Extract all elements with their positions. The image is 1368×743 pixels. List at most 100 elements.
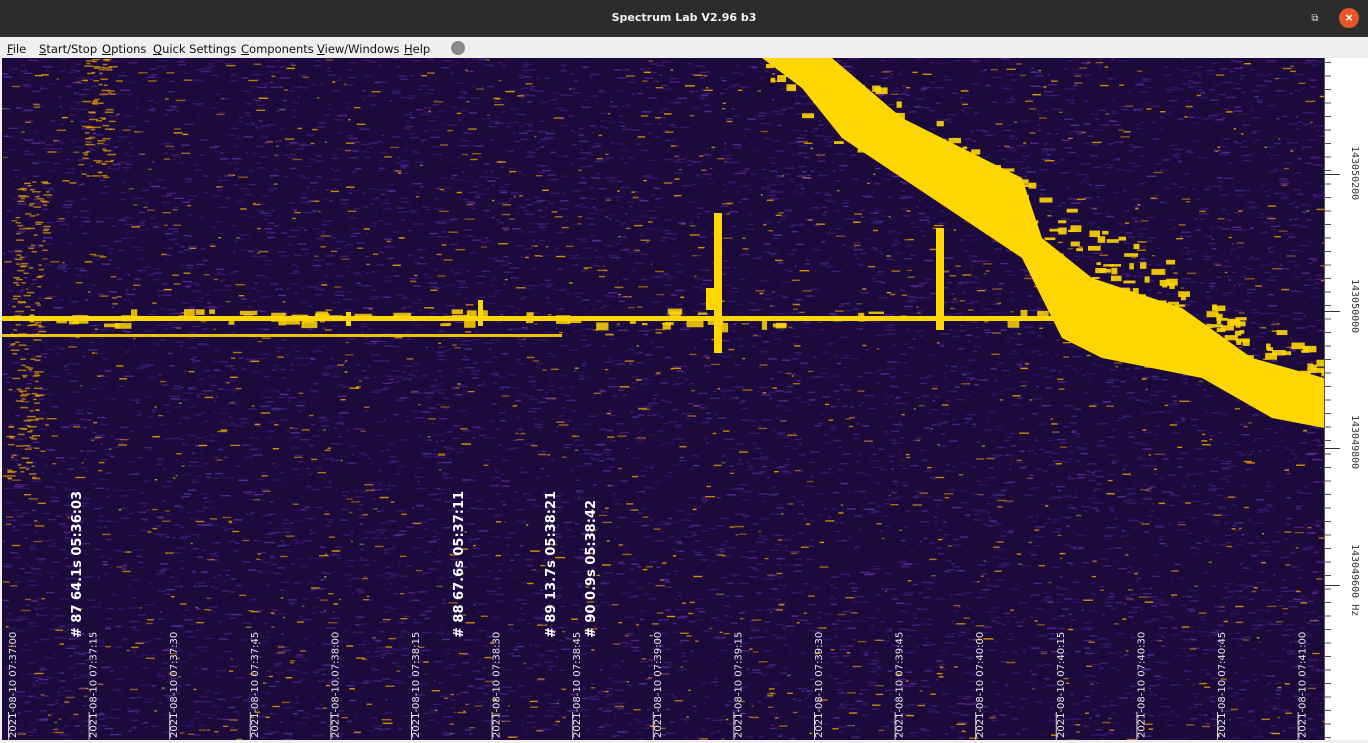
noise-speck [99, 386, 102, 389]
noise-speck [758, 493, 768, 495]
noise-speck [165, 411, 171, 413]
noise-speck [478, 428, 484, 430]
noise-speck [1030, 554, 1037, 556]
noise-speck [233, 522, 237, 524]
noise-speck [1089, 690, 1095, 692]
noise-speck [328, 593, 334, 595]
noise-speck [1241, 92, 1245, 94]
noise-speck [1240, 680, 1250, 683]
noise-speck [204, 501, 213, 503]
noise-speck [162, 212, 171, 214]
noise-speck [137, 249, 145, 251]
noise-speck [57, 672, 65, 674]
noise-speck [1154, 678, 1161, 680]
noise-speck [61, 526, 70, 528]
noise-speck [288, 157, 296, 159]
close-icon[interactable]: × [1339, 8, 1359, 28]
noise-speck [582, 299, 590, 301]
noise-speck [463, 639, 474, 641]
noise-speck [232, 613, 242, 616]
noise-speck [966, 377, 975, 379]
noise-speck [506, 448, 514, 451]
noise-speck [1290, 651, 1294, 653]
noise-speck [1181, 69, 1190, 72]
noise-speck [1055, 528, 1062, 530]
menu-file[interactable]: File [7, 42, 26, 56]
noise-speck [579, 166, 587, 168]
noise-speck [266, 631, 270, 633]
noise-speck [647, 726, 651, 728]
noise-speck [638, 330, 649, 332]
noise-speck [214, 560, 220, 563]
noise-speck [494, 122, 504, 124]
noise-speck [5, 500, 10, 503]
noise-speck [327, 447, 332, 449]
noise-speck [45, 424, 49, 426]
noise-speck [182, 370, 188, 373]
noise-speck [542, 369, 547, 371]
menu-view-windows[interactable]: View/Windows [317, 42, 400, 56]
noise-speck [238, 116, 244, 118]
noise-speck [1154, 661, 1163, 664]
noise-speck [65, 372, 73, 375]
menu-components[interactable]: Components [241, 42, 314, 56]
noise-speck [1159, 116, 1164, 118]
noise-speck [354, 106, 361, 109]
noise-speck [1041, 687, 1045, 689]
noise-speck [1117, 223, 1125, 225]
noise-speck [1213, 84, 1221, 86]
noise-speck [317, 349, 322, 351]
title-bar[interactable]: Spectrum Lab V2.96 b3 ⧉ × [0, 0, 1368, 37]
noise-speck [70, 139, 78, 141]
noise-speck [578, 496, 581, 499]
noise-speck [691, 389, 695, 392]
noise-speck [557, 308, 561, 311]
noise-speck [1187, 80, 1194, 82]
menu-help[interactable]: Help [404, 42, 430, 56]
noise-speck [686, 635, 692, 637]
noise-speck [106, 288, 109, 290]
noise-speck [955, 283, 962, 285]
noise-speck [1196, 458, 1204, 460]
noise-speck [503, 255, 509, 258]
noise-speck [426, 58, 434, 60]
noise-speck [313, 390, 319, 393]
restore-icon[interactable]: ⧉ [1306, 10, 1324, 28]
menu-options[interactable]: Options [102, 42, 146, 56]
noise-speck [1262, 286, 1265, 288]
noise-speck [445, 187, 452, 189]
noise-speck [1238, 312, 1245, 314]
noise-speck [894, 86, 898, 89]
noise-speck [497, 444, 503, 446]
noise-speck [364, 410, 369, 412]
noise-speck [618, 239, 623, 241]
noise-speck [580, 149, 584, 151]
noise-speck [59, 734, 69, 736]
noise-speck [1194, 472, 1204, 475]
noise-speck [952, 506, 963, 509]
menu-start-stop[interactable]: Start/Stop [39, 42, 97, 56]
noise-speck [1067, 477, 1077, 480]
noise-speck [80, 120, 89, 123]
noise-speck [11, 220, 17, 222]
noise-speck [1285, 564, 1291, 566]
noise-speck [1317, 444, 1324, 447]
noise-speck [336, 347, 339, 350]
spectrogram-waterfall[interactable]: 2021-08-10 07:37:00 2021-08-10 07:37:15 20… [2, 58, 1324, 740]
noise-speck [431, 390, 440, 392]
noise-speck [1096, 196, 1100, 198]
noise-speck [716, 158, 725, 160]
noise-speck [402, 211, 409, 213]
menu-quick-settings[interactable]: Quick Settings [153, 42, 236, 56]
noise-speck [1288, 606, 1299, 608]
noise-speck [751, 258, 761, 260]
noise-speck [179, 626, 184, 629]
noise-speck [1241, 154, 1250, 157]
noise-speck [1025, 363, 1030, 365]
noise-speck [81, 232, 88, 235]
noise-speck [1181, 604, 1187, 607]
noise-speck [889, 230, 896, 233]
noise-speck [1084, 123, 1091, 125]
noise-speck [21, 64, 26, 66]
noise-speck [519, 363, 524, 365]
